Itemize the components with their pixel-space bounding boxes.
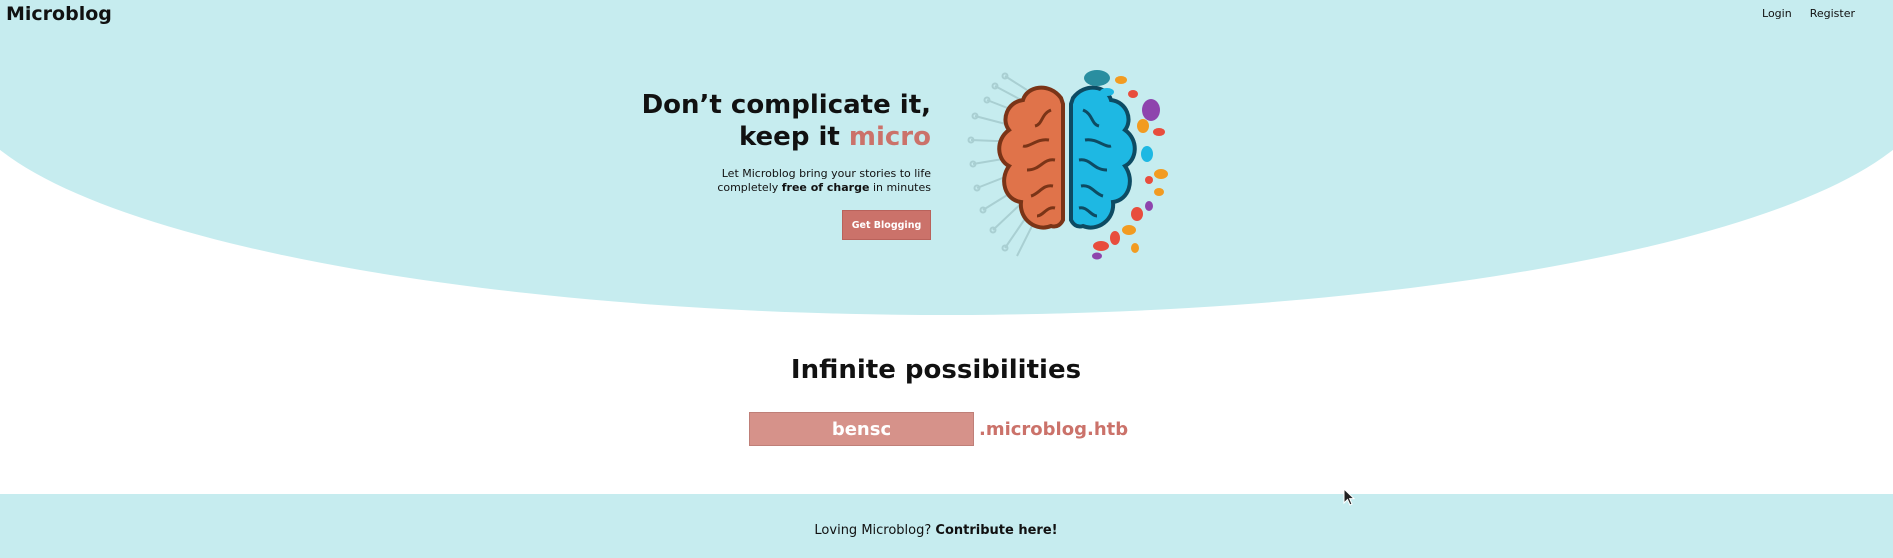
register-link[interactable]: Register xyxy=(1810,7,1855,20)
mouse-pointer-icon xyxy=(1343,488,1355,506)
subdomain-row: .microblog.htb xyxy=(749,412,1128,446)
footer-text: Loving Microblog? Contribute here! xyxy=(0,523,1872,538)
subtitle-suffix: in minutes xyxy=(872,180,931,194)
section-title: Infinite possibilities xyxy=(790,355,1082,385)
login-link[interactable]: Login xyxy=(1762,7,1792,20)
footer-prefix: Loving Microblog? xyxy=(814,523,932,538)
subdomain-suffix: .microblog.htb xyxy=(979,418,1129,440)
subtitle-bold: free of charge xyxy=(781,180,870,194)
page: Microblog Login Register Don’t complicat… xyxy=(0,0,1893,558)
subdomain-input[interactable] xyxy=(749,412,974,446)
headline-line-1: Don’t complicate it, xyxy=(641,90,931,120)
get-blogging-button[interactable]: Get Blogging xyxy=(842,210,931,240)
headline-line-2: keep it micro xyxy=(642,121,931,153)
hero-headline: Don’t complicate it, keep it micro xyxy=(642,89,931,153)
brand-logo[interactable]: Microblog xyxy=(6,3,112,25)
contribute-link[interactable]: Contribute here! xyxy=(935,523,1057,538)
headline-prefix: keep it xyxy=(738,122,840,152)
footer: Loving Microblog? Contribute here! xyxy=(0,494,1893,558)
hero-background xyxy=(0,0,1893,315)
top-nav: Login Register xyxy=(1762,7,1855,20)
brain-illustration xyxy=(967,70,1168,260)
headline-accent: micro xyxy=(848,122,931,152)
subtitle-prefix: completely xyxy=(717,180,779,194)
subtitle-line-1: Let Microblog bring your stories to life xyxy=(721,167,931,180)
hero-subtitle: Let Microblog bring your stories to life… xyxy=(717,167,931,194)
subtitle-line-2: completely free of charge in minutes xyxy=(717,181,931,195)
